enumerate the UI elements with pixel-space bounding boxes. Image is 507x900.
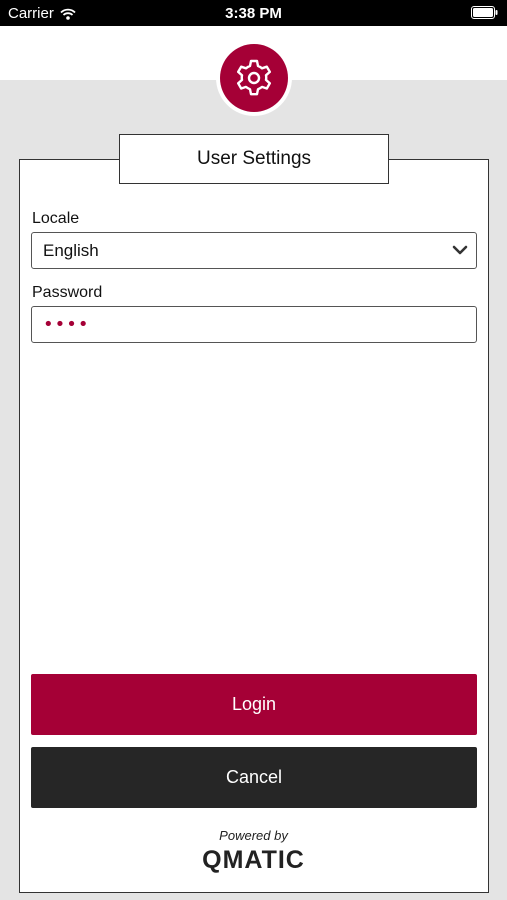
password-input[interactable]	[31, 306, 477, 343]
powered-by-text: Powered by	[219, 828, 288, 843]
login-button[interactable]: Login	[31, 674, 477, 735]
settings-badge-inner	[220, 44, 288, 112]
dialog-title: User Settings	[119, 134, 389, 184]
cancel-button[interactable]: Cancel	[31, 747, 477, 808]
battery-icon	[471, 6, 498, 19]
status-bar: Carrier 3:38 PM	[0, 0, 507, 26]
settings-badge	[216, 40, 292, 116]
locale-value: English	[43, 240, 99, 260]
clock: 3:38 PM	[225, 5, 282, 22]
locale-label: Locale	[32, 210, 80, 227]
gear-icon	[237, 59, 271, 96]
password-label: Password	[32, 284, 103, 301]
chevron-down-icon	[452, 245, 468, 255]
brand-logo: QMATIC	[202, 846, 305, 874]
locale-select[interactable]: English	[31, 232, 477, 269]
